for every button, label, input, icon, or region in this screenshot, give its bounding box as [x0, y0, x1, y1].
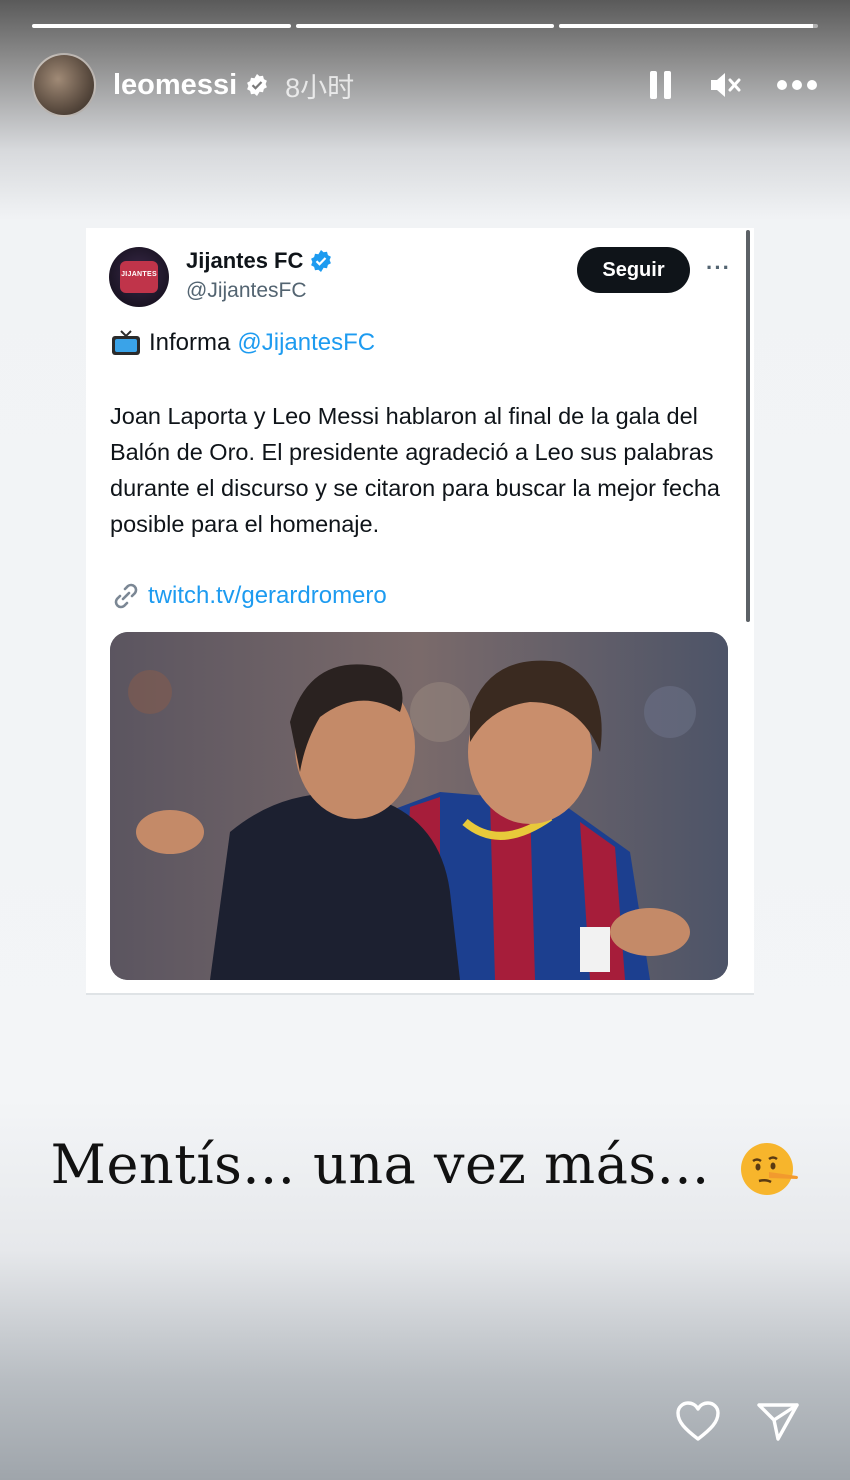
tweet-author-name[interactable]: Jijantes FC — [186, 248, 333, 274]
story-username[interactable]: leomessi — [113, 69, 237, 102]
story-time: 8小时 — [285, 72, 355, 103]
heart-icon[interactable] — [675, 1400, 721, 1442]
tweet-author-handle[interactable]: @JijantesFC — [186, 279, 307, 303]
tweet-scrollbar[interactable] — [746, 230, 750, 622]
tweet-author-name-text: Jijantes FC — [186, 248, 304, 273]
avatar-crest-text: JIJANTES — [121, 271, 157, 278]
follow-button[interactable]: Seguir — [577, 247, 690, 293]
tweet-link[interactable]: twitch.tv/gerardromero — [110, 580, 387, 612]
tweet-informa-line: Informa @JijantesFC — [111, 329, 375, 357]
informa-label: Informa — [149, 329, 231, 356]
informa-mention[interactable]: @JijantesFC — [237, 329, 375, 357]
lying-face-emoji — [741, 1143, 799, 1195]
tweet-link-text: twitch.tv/gerardromero — [148, 582, 387, 609]
mute-icon[interactable] — [708, 69, 742, 101]
photo-laporta-messi — [110, 632, 728, 980]
pause-icon[interactable] — [648, 69, 674, 101]
progress-segment — [32, 24, 291, 28]
caption-text: Mentís... una vez más... — [50, 1133, 710, 1196]
tweet-avatar[interactable]: JIJANTES — [109, 247, 169, 307]
progress-segment-current — [559, 24, 819, 28]
user-avatar[interactable] — [32, 53, 96, 117]
story-header: leomessi 8小时 — [32, 53, 818, 117]
send-icon[interactable] — [756, 1400, 800, 1442]
verified-badge-icon — [247, 74, 268, 96]
tv-icon — [112, 330, 140, 355]
blue-verified-icon — [311, 250, 332, 272]
more-icon[interactable] — [776, 79, 818, 91]
story-progress — [32, 24, 819, 28]
story-caption: Mentís... una vez más... — [0, 1133, 850, 1199]
link-icon — [114, 583, 138, 609]
tweet-more-icon[interactable]: ··· — [706, 257, 731, 279]
progress-segment — [295, 24, 555, 28]
tweet-photo[interactable] — [110, 632, 728, 980]
tweet-card[interactable]: JIJANTES Jijantes FC @JijantesFC Seguir … — [86, 228, 754, 995]
tweet-body: Joan Laporta y Leo Messi hablaron al fin… — [110, 403, 721, 537]
